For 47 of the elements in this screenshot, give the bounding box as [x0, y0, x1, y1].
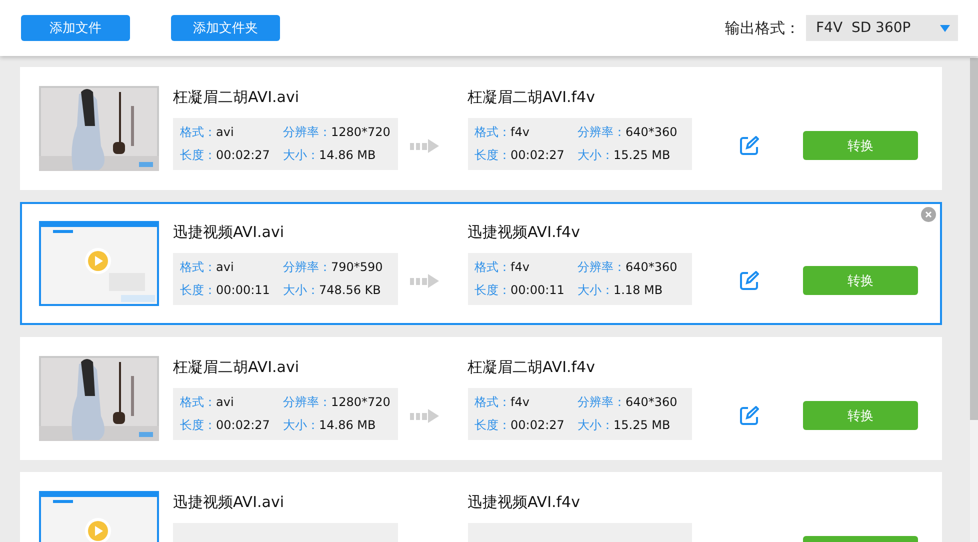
file-property: 长度：00:00:11 — [474, 282, 566, 298]
target-file-name: 迅捷视频AVI.f4v — [468, 492, 581, 512]
scrollbar[interactable] — [970, 56, 978, 542]
source-file-name: 迅捷视频AVI.avi — [173, 492, 285, 512]
target-file-name: 枉凝眉二胡AVI.f4v — [468, 358, 596, 376]
file-property: 格式：avi — [180, 124, 235, 140]
file-property: 大小：14.86 MB — [283, 416, 377, 434]
file-property: 格式：f4v — [474, 124, 530, 140]
file-property: 长度：00:00:11 — [180, 282, 271, 298]
file-property: 长度：00:02:27 — [474, 146, 566, 164]
file-property: 大小：15.25 MB — [578, 146, 672, 164]
file-property: 长度：00:02:27 — [474, 416, 566, 434]
file-card[interactable]: 迅捷视频AVI.avi 格式：avi 分辨率：790*590 长度：00:00:11 大小：748.56 KB 迅捷视频AVI.f4v 格式：f4v 分辨率：640*360 长度：00:00:11 大小：1.18 MB 转换 — [20, 202, 942, 325]
file-property: 大小：1.18 MB — [578, 282, 664, 298]
file-card[interactable]: 迅捷视频AVI.avi 迅捷视频AVI.f4v — [20, 472, 942, 542]
edit-icon[interactable] — [739, 136, 759, 156]
file-property: 格式：f4v — [474, 258, 530, 276]
file-property: 格式：avi — [180, 394, 235, 410]
file-property: 分辨率：640*360 — [578, 124, 678, 140]
file-card[interactable]: 枉凝眉二胡AVI.avi 格式：avi 分辨率：1280*720 长度：00:02:27 大小：14.86 MB 枉凝眉二胡AVI.f4v 格式：f4v 分辨率：640*360 长度：00:02:27 大小：15.25 MB 转换 — [20, 67, 942, 190]
arrow-icon — [410, 408, 440, 422]
arrow-icon — [410, 274, 440, 288]
edit-icon[interactable] — [739, 270, 759, 290]
file-property: 大小：748.56 KB — [283, 282, 382, 298]
target-file-name: 枉凝眉二胡AVI.f4v — [468, 88, 596, 106]
target-file-name: 迅捷视频AVI.f4v — [468, 222, 581, 242]
file-property: 分辨率：1280*720 — [283, 394, 392, 410]
file-property: 长度：00:02:27 — [180, 416, 271, 434]
file-property: 长度：00:02:27 — [180, 146, 271, 164]
source-file-name: 枉凝眉二胡AVI.avi — [173, 358, 300, 376]
source-file-name: 枉凝眉二胡AVI.avi — [173, 88, 300, 106]
file-property: 分辨率：1280*720 — [283, 124, 392, 140]
close-icon[interactable] — [921, 207, 936, 222]
file-property: 大小：14.86 MB — [283, 146, 377, 164]
file-property: 分辨率：640*360 — [578, 258, 678, 276]
file-property: 格式：f4v — [474, 394, 530, 410]
file-property: 格式：avi — [180, 258, 235, 276]
arrow-icon — [410, 138, 440, 152]
source-file-name: 迅捷视频AVI.avi — [173, 222, 285, 242]
format-select[interactable]: F4V SD 360P — [806, 15, 958, 41]
format-label: 输出格式： — [725, 18, 800, 38]
file-property: 大小：15.25 MB — [578, 416, 672, 434]
dropdown-icon — [940, 24, 950, 32]
file-property: 分辨率：640*360 — [578, 394, 678, 410]
file-card[interactable]: 枉凝眉二胡AVI.avi 格式：avi 分辨率：1280*720 长度：00:02:27 大小：14.86 MB 枉凝眉二胡AVI.f4v 格式：f4v 分辨率：640*360 长度：00:02:27 大小：15.25 MB 转换 — [20, 337, 942, 460]
edit-icon[interactable] — [739, 406, 759, 426]
file-property: 分辨率：790*590 — [283, 258, 384, 276]
